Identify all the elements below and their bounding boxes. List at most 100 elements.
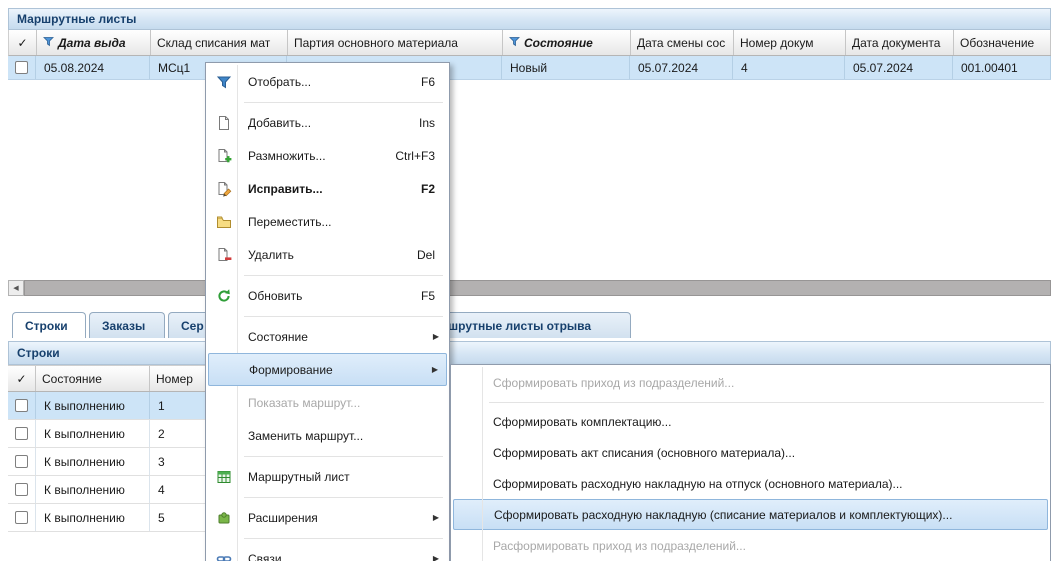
submenu-item-rashodnaya-na-otpusk[interactable]: Сформировать расходную накладную на отпу… (453, 468, 1048, 499)
cell-doc-date: 05.07.2024 (845, 56, 953, 79)
menu-item-shortcut: Del (417, 248, 435, 262)
submenu-item-rashodnaya-spisanie[interactable]: Сформировать расходную накладную (списан… (453, 499, 1048, 530)
edit-document-icon (214, 180, 234, 198)
table-row[interactable]: 05.08.2024 МСц1 Новый 05.07.2024 4 05.07… (8, 56, 1051, 80)
menu-item-label: Обновить (248, 289, 411, 303)
check-glyph: ✓ (17, 36, 27, 50)
menu-separator (208, 271, 447, 279)
column-header-warehouse[interactable]: Склад списания мат (151, 30, 288, 55)
menu-item-razmnozhit[interactable]: Размножить... Ctrl+F3 (208, 139, 447, 172)
column-header-state[interactable]: Состояние (503, 30, 631, 55)
column-header-line-state[interactable]: Состояние (36, 366, 150, 391)
menu-item-dobavit[interactable]: Добавить... Ins (208, 106, 447, 139)
menu-separator (208, 98, 447, 106)
formirovanie-submenu: Сформировать приход из подразделений... … (450, 364, 1051, 561)
menu-item-label: Заменить маршрут... (248, 429, 435, 443)
route-sheets-panel: Маршрутные листы ✓ Дата выда Склад списа… (8, 8, 1051, 280)
tab-label: Заказы (102, 319, 145, 333)
menu-item-formirovanie[interactable]: Формирование ▶ (208, 353, 447, 386)
column-header-label: Номер (156, 372, 193, 386)
menu-item-ispravit[interactable]: Исправить... F2 (208, 172, 447, 205)
horizontal-scrollbar[interactable]: ◀ (8, 280, 1051, 296)
row-check-cell (8, 392, 36, 419)
submenu-item-label: Сформировать акт списания (основного мат… (493, 446, 795, 460)
menu-item-label: Размножить... (248, 149, 385, 163)
cell-line-state: К выполнению (36, 476, 150, 503)
submenu-item-rasformirovat-prihod: Расформировать приход из подразделений..… (453, 530, 1048, 561)
scroll-left-button[interactable]: ◀ (8, 280, 24, 296)
column-header-designation[interactable]: Обозначение (954, 30, 1051, 55)
cell-state-change-date: 05.07.2024 (630, 56, 733, 79)
column-header-check[interactable]: ✓ (9, 30, 37, 55)
column-header-label: Партия основного материала (294, 36, 458, 50)
filter-icon[interactable] (509, 36, 520, 50)
row-check-cell (8, 476, 36, 503)
submenu-item-label: Сформировать расходную накладную (списан… (494, 508, 952, 522)
links-icon (214, 550, 234, 561)
filter-icon[interactable] (43, 36, 54, 50)
add-document-icon (214, 114, 234, 132)
menu-item-shortcut: Ins (419, 116, 435, 130)
menu-item-svyazi[interactable]: Связи ▶ (208, 542, 447, 561)
cell-designation: 001.00401 (953, 56, 1051, 79)
row-checkbox[interactable] (15, 427, 28, 440)
route-sheets-grid-header: ✓ Дата выда Склад списания мат Партия ос… (8, 30, 1051, 56)
row-checkbox[interactable] (15, 399, 28, 412)
submenu-item-label: Сформировать расходную накладную на отпу… (493, 477, 903, 491)
tab-zakazy[interactable]: Заказы (89, 312, 165, 338)
tab-stroki[interactable]: Строки (12, 312, 86, 338)
row-check-cell (8, 504, 36, 531)
column-header-doc-date[interactable]: Дата документа (846, 30, 954, 55)
column-header-label: Дата смены сос (637, 36, 725, 50)
menu-item-shortcut: F2 (421, 182, 435, 196)
submenu-item-label: Сформировать комплектацию... (493, 415, 671, 429)
submenu-arrow-icon: ▶ (433, 513, 439, 522)
row-checkbox[interactable] (15, 511, 28, 524)
check-glyph: ✓ (16, 372, 26, 386)
column-header-check[interactable]: ✓ (8, 366, 36, 391)
column-header-issue-date[interactable]: Дата выда (37, 30, 151, 55)
lines-panel-title: Строки (17, 346, 60, 360)
submenu-item-komplektaciya[interactable]: Сформировать комплектацию... (453, 406, 1048, 437)
menu-item-zamenit-marshrut[interactable]: Заменить маршрут... (208, 419, 447, 452)
column-header-label: Состояние (42, 372, 102, 386)
menu-separator (208, 493, 447, 501)
column-header-batch[interactable]: Партия основного материала (288, 30, 503, 55)
menu-item-label: Удалить (248, 248, 407, 262)
menu-item-udalit[interactable]: Удалить Del (208, 238, 447, 271)
submenu-arrow-icon: ▶ (432, 365, 438, 374)
cell-line-state: К выполнению (36, 392, 150, 419)
column-header-label: Состояние (524, 36, 593, 50)
app-window: Маршрутные листы ✓ Дата выда Склад списа… (0, 0, 1051, 561)
row-checkbox[interactable] (15, 455, 28, 468)
row-check-cell (8, 56, 36, 79)
row-checkbox[interactable] (15, 61, 28, 74)
menu-item-sostoyanie[interactable]: Состояние ▶ (208, 320, 447, 353)
refresh-icon (214, 287, 234, 305)
column-header-doc-number[interactable]: Номер докум (734, 30, 846, 55)
submenu-item-akt-spisaniya[interactable]: Сформировать акт списания (основного мат… (453, 437, 1048, 468)
submenu-item-label: Сформировать приход из подразделений... (493, 376, 734, 390)
menu-item-marshrutnyi-list[interactable]: Маршрутный лист (208, 460, 447, 493)
cell-state: Новый (502, 56, 630, 79)
menu-item-peremestit[interactable]: Переместить... (208, 205, 447, 238)
panel-title-lines: Строки (8, 341, 1051, 365)
column-header-label: Номер докум (740, 36, 813, 50)
extensions-icon (214, 509, 234, 527)
menu-item-obnovit[interactable]: Обновить F5 (208, 279, 447, 312)
row-checkbox[interactable] (15, 483, 28, 496)
left-arrow-icon: ◀ (13, 284, 18, 292)
delete-document-icon (214, 246, 234, 264)
menu-item-label: Переместить... (248, 215, 435, 229)
grid-empty-area (8, 80, 1051, 280)
menu-item-otobrat[interactable]: Отобрать... F6 (208, 65, 447, 98)
column-header-state-change-date[interactable]: Дата смены сос (631, 30, 734, 55)
scrollbar-thumb[interactable] (24, 280, 1051, 296)
menu-item-rasshireniya[interactable]: Расширения ▶ (208, 501, 447, 534)
submenu-arrow-icon: ▶ (433, 332, 439, 341)
menu-item-shortcut: F5 (421, 289, 435, 303)
menu-item-label: Добавить... (248, 116, 409, 130)
menu-separator (208, 312, 447, 320)
cell-line-state: К выполнению (36, 504, 150, 531)
tab-label: Строки (25, 319, 68, 333)
